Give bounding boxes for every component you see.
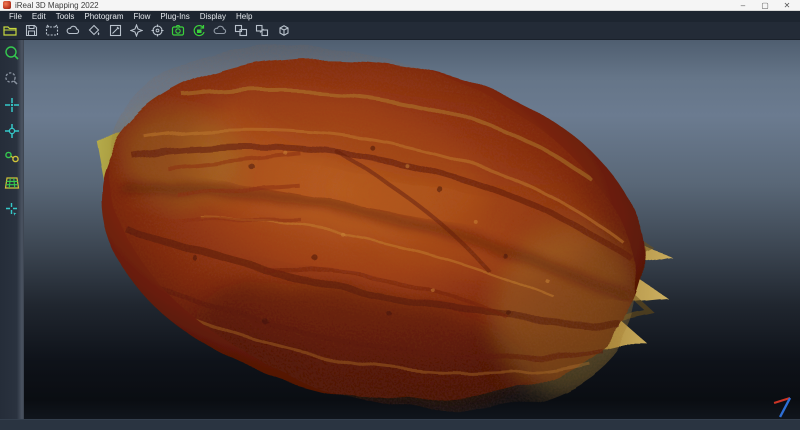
menu-file[interactable]: File [4, 11, 27, 22]
title-bar: iReal 3D Mapping 2022 – ▢ ✕ [0, 0, 800, 11]
target-aim-icon[interactable] [150, 24, 164, 38]
window-title: iReal 3D Mapping 2022 [15, 0, 99, 11]
center-crosshair-icon[interactable] [3, 96, 20, 113]
minimize-button[interactable]: – [732, 0, 754, 11]
menu-plugins[interactable]: Plug-Ins [155, 11, 194, 22]
3d-viewport[interactable] [24, 40, 800, 419]
mesh-grid-icon[interactable] [3, 174, 20, 191]
open-folder-icon[interactable] [3, 24, 17, 38]
menu-help[interactable]: Help [231, 11, 257, 22]
rescan-camera-icon[interactable] [192, 24, 206, 38]
edit-sheet-icon[interactable] [108, 24, 122, 38]
menu-photogram[interactable]: Photogram [79, 11, 128, 22]
menu-flow[interactable]: Flow [129, 11, 156, 22]
navigate-compass-icon[interactable] [129, 24, 143, 38]
app-logo-icon [3, 1, 11, 9]
capture-region-icon[interactable] [45, 24, 59, 38]
fill-tool-icon[interactable] [87, 24, 101, 38]
menu-display[interactable]: Display [195, 11, 231, 22]
zoom-window-icon[interactable] [3, 70, 20, 87]
zoom-icon[interactable] [3, 44, 20, 61]
merge-cubes-icon[interactable] [255, 24, 269, 38]
maximize-button[interactable]: ▢ [754, 0, 776, 11]
measure-nodes-icon[interactable] [3, 148, 20, 165]
scan-camera-icon[interactable] [171, 24, 185, 38]
cloud-import-icon[interactable] [66, 24, 80, 38]
window-controls: – ▢ ✕ [732, 0, 798, 11]
axis-indicator-icon [774, 398, 790, 417]
status-bar [0, 419, 800, 430]
locate-target-icon[interactable] [3, 122, 20, 139]
bounding-box-icon[interactable] [276, 24, 290, 38]
menu-bar: File Edit Tools Photogram Flow Plug-Ins … [0, 11, 800, 22]
view-tool-sidebar [0, 40, 24, 419]
app-window: iReal 3D Mapping 2022 – ▢ ✕ File Edit To… [0, 0, 800, 430]
menu-tools[interactable]: Tools [51, 11, 80, 22]
menu-edit[interactable]: Edit [27, 11, 51, 22]
cacao-pod-model [24, 40, 800, 419]
save-icon[interactable] [24, 24, 38, 38]
main-toolbar [0, 22, 800, 40]
close-button[interactable]: ✕ [776, 0, 798, 11]
point-cloud-icon[interactable] [213, 24, 227, 38]
registration-cubes-icon[interactable] [234, 24, 248, 38]
pick-point-icon[interactable] [3, 200, 20, 217]
